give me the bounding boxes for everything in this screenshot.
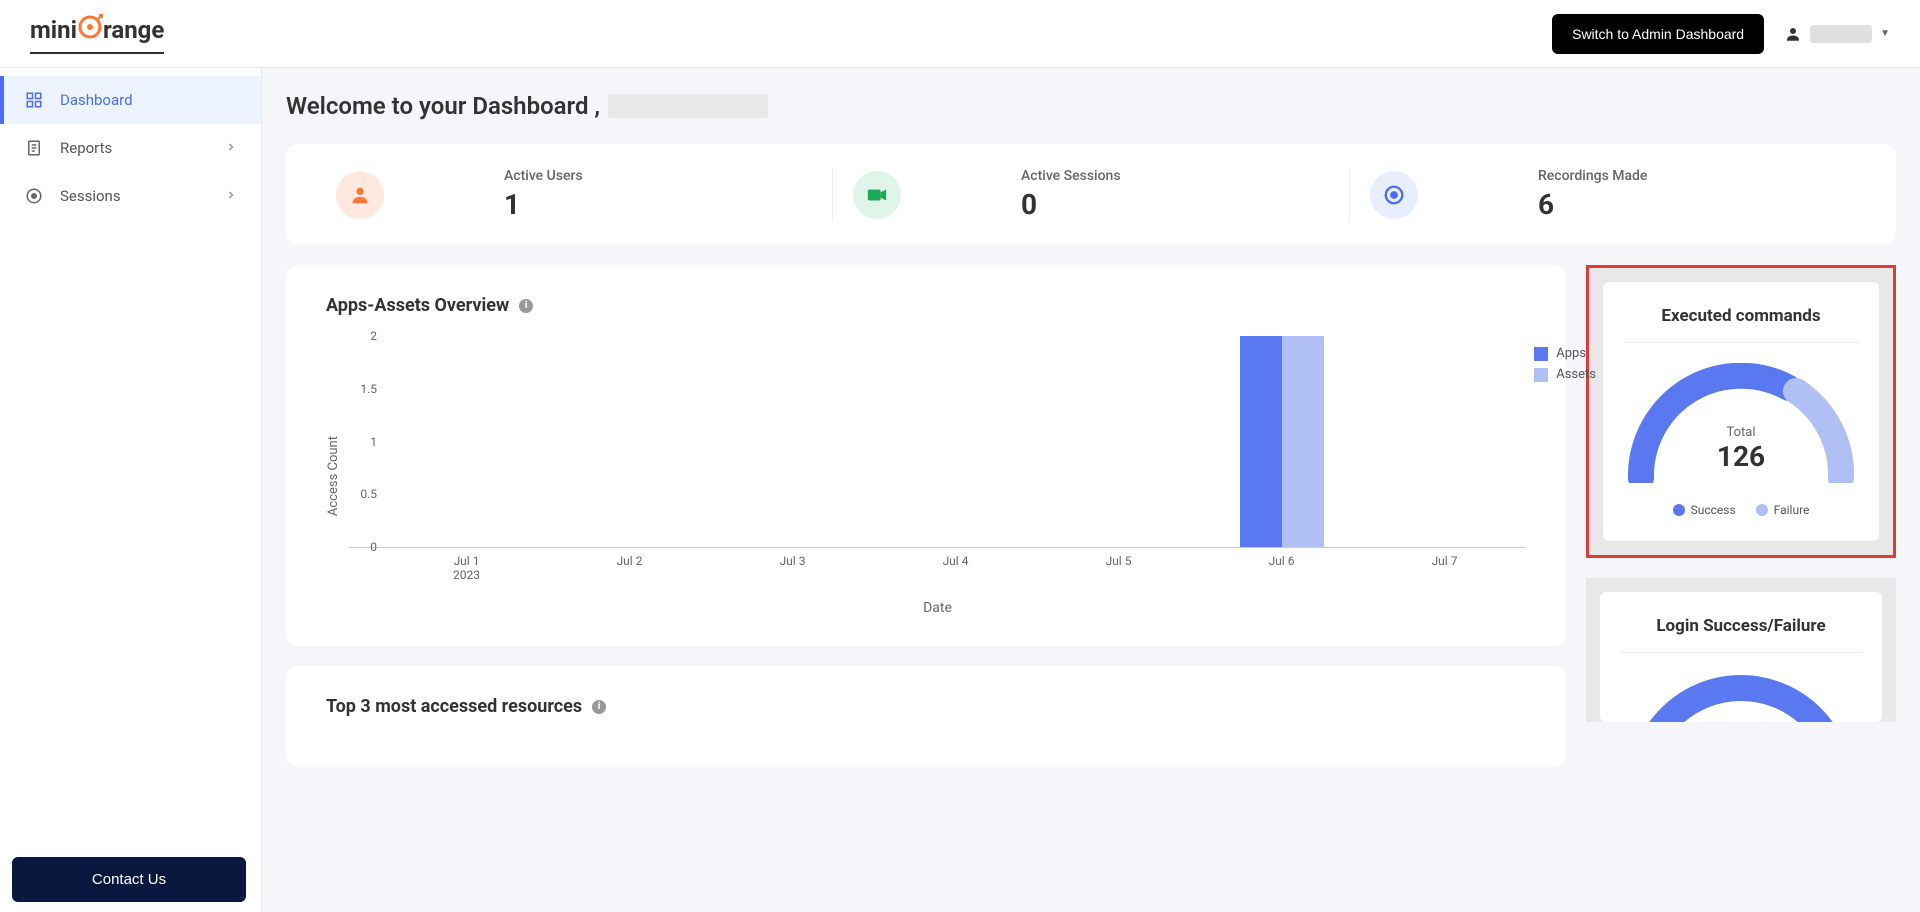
stat-active-sessions: Active Sessions 0 — [833, 168, 1350, 221]
x-tick: Jul 2 — [548, 548, 711, 582]
x-tick: Jul 7 — [1363, 548, 1526, 582]
page-title: Welcome to your Dashboard , — [286, 92, 1896, 120]
legend-label: Success — [1691, 503, 1736, 517]
gauge-title: Executed commands — [1623, 306, 1859, 343]
sidebar-item-label: Dashboard — [60, 91, 133, 109]
x-axis-label: Date — [349, 600, 1526, 616]
stat-label: Active Sessions — [1021, 168, 1121, 184]
legend-label: Failure — [1774, 503, 1810, 517]
stat-label: Active Users — [504, 168, 583, 184]
switch-admin-button[interactable]: Switch to Admin Dashboard — [1552, 14, 1764, 54]
gauge-title: Login Success/Failure — [1620, 616, 1862, 653]
x-tick: Jul 5 — [1037, 548, 1200, 582]
gauge-legend: Success Failure — [1623, 503, 1859, 517]
sidebar-item-label: Sessions — [60, 187, 121, 205]
bar-group — [874, 336, 1037, 547]
bar-group — [1037, 336, 1200, 547]
executed-commands-card: Executed commands Total 126 Success — [1603, 282, 1879, 541]
video-icon — [853, 171, 901, 219]
record-icon — [1370, 171, 1418, 219]
bars-container — [385, 336, 1526, 547]
y-axis-label: Access Count — [326, 436, 341, 516]
x-tick: Jul 12023 — [385, 548, 548, 582]
gauge-chart — [1626, 673, 1856, 722]
document-icon — [24, 138, 44, 158]
login-success-failure-card: Login Success/Failure — [1600, 592, 1882, 722]
x-tick: Jul 4 — [874, 548, 1037, 582]
sidebar: Dashboard Reports Sessions — [0, 68, 262, 912]
bar-group — [1200, 336, 1363, 547]
header: mini range Switch to Admin Dashboard ▼ — [0, 0, 1920, 68]
sidebar-item-dashboard[interactable]: Dashboard — [0, 76, 261, 124]
x-ticks: Jul 12023Jul 2Jul 3Jul 4Jul 5Jul 6Jul 7 — [385, 548, 1526, 582]
stat-active-users: Active Users 1 — [316, 168, 833, 221]
card-title: Top 3 most accessed resources i — [326, 696, 1526, 717]
stat-value: 1 — [504, 188, 583, 221]
grid-icon — [24, 90, 44, 110]
stat-value: 6 — [1538, 188, 1647, 221]
highlighted-card: Executed commands Total 126 Success — [1586, 265, 1896, 558]
main-content: Welcome to your Dashboard , Active Users… — [262, 68, 1920, 791]
legend-swatch-apps — [1534, 347, 1548, 361]
bar-group — [548, 336, 711, 547]
bar-group — [1363, 336, 1526, 547]
chevron-down-icon: ▼ — [1880, 28, 1890, 39]
user-menu[interactable]: ▼ — [1784, 25, 1890, 43]
chevron-right-icon — [225, 139, 237, 157]
sidebar-item-sessions[interactable]: Sessions — [0, 172, 261, 220]
user-icon — [1784, 25, 1802, 43]
dot-success-icon — [1673, 504, 1685, 516]
sidebar-item-label: Reports — [60, 139, 112, 157]
bar-group — [385, 336, 548, 547]
chevron-right-icon — [225, 187, 237, 205]
stat-label: Recordings Made — [1538, 168, 1647, 184]
card-title: Apps-Assets Overview i — [326, 295, 1526, 316]
x-tick: Jul 3 — [711, 548, 874, 582]
gauge-total-value: 126 — [1626, 440, 1856, 473]
bar[interactable] — [1282, 336, 1324, 547]
logo[interactable]: mini range — [30, 14, 164, 54]
user-icon — [336, 171, 384, 219]
welcome-text: Welcome to your Dashboard , — [286, 92, 600, 120]
header-right: Switch to Admin Dashboard ▼ — [1552, 14, 1890, 54]
stat-recordings: Recordings Made 6 — [1350, 168, 1866, 221]
stat-value: 0 — [1021, 188, 1121, 221]
dot-failure-icon — [1756, 504, 1768, 516]
bar-group — [711, 336, 874, 547]
bar[interactable] — [1240, 336, 1282, 547]
title-text: Apps-Assets Overview — [326, 295, 509, 316]
right-column: Executed commands Total 126 Success — [1586, 265, 1896, 722]
user-name-redacted — [1810, 25, 1872, 43]
contact-us-button[interactable]: Contact Us — [12, 857, 246, 902]
logo-text-left: mini — [30, 16, 77, 44]
apps-assets-card: Apps-Assets Overview i Access Count 2 1.… — [286, 265, 1566, 646]
x-tick: Jul 6 — [1200, 548, 1363, 582]
stats-row: Active Users 1 Active Sessions 0 Recordi… — [286, 144, 1896, 245]
y-ticks: 2 1.5 1 0.5 0 — [349, 336, 385, 547]
target-icon — [24, 186, 44, 206]
legend-label: Assets — [1556, 367, 1596, 382]
username-redacted — [608, 94, 768, 118]
legend-swatch-assets — [1534, 368, 1548, 382]
logo-icon — [77, 14, 103, 46]
info-icon[interactable]: i — [519, 299, 533, 313]
top-resources-card: Top 3 most accessed resources i — [286, 666, 1566, 767]
bar-chart: Access Count 2 1.5 1 0.5 0 — [326, 336, 1526, 616]
info-icon[interactable]: i — [592, 700, 606, 714]
gauge-chart: Total 126 — [1626, 363, 1856, 483]
gauge-total-label: Total — [1626, 425, 1856, 440]
legend-label: Apps — [1556, 346, 1586, 361]
chart-legend: Apps Assets — [1534, 346, 1596, 388]
title-text: Top 3 most accessed resources — [326, 696, 582, 717]
logo-text-right: range — [103, 16, 164, 44]
sidebar-item-reports[interactable]: Reports — [0, 124, 261, 172]
